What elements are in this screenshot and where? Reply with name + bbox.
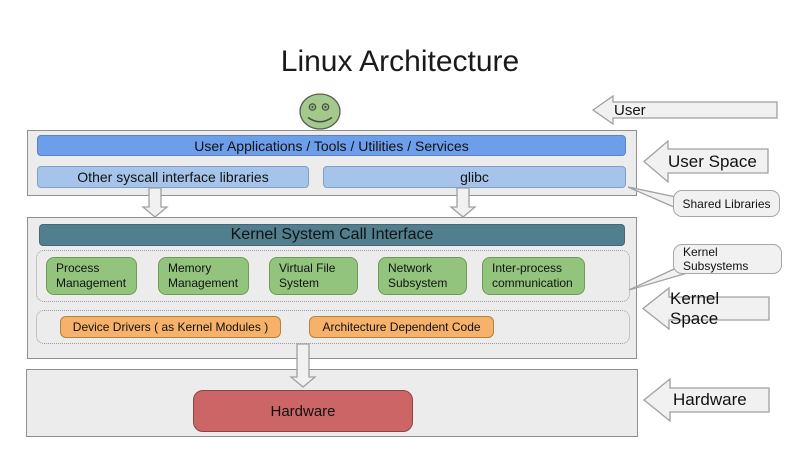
user-applications-bar: User Applications / Tools / Utilities / … bbox=[37, 135, 626, 156]
architecture-dependent-code-box: Architecture Dependent Code bbox=[309, 316, 494, 338]
glibc-box: glibc bbox=[323, 166, 626, 188]
subsystem-label: Virtual File System bbox=[279, 261, 357, 292]
subsystem-interprocess-communication: Inter-process communication bbox=[482, 257, 585, 295]
user-applications-label: User Applications / Tools / Utilities / … bbox=[194, 138, 468, 154]
down-arrow-icon bbox=[290, 344, 316, 388]
kernel-syscall-interface-bar: Kernel System Call Interface bbox=[39, 224, 625, 246]
subsystem-label: Network Subsystem bbox=[388, 261, 466, 292]
device-drivers-label: Device Drivers ( as Kernel Modules ) bbox=[73, 320, 268, 334]
subsystem-label: Process Management bbox=[56, 261, 136, 292]
subsystem-label: Inter-process communication bbox=[492, 261, 584, 292]
hardware-box-label: Hardware bbox=[270, 403, 335, 420]
subsystem-label: Memory Management bbox=[168, 261, 248, 292]
kernel-subsystems-label: Kernel Subsystems bbox=[683, 245, 781, 274]
kernel-syscall-interface-label: Kernel System Call Interface bbox=[231, 226, 434, 244]
subsystem-virtual-file-system: Virtual File System bbox=[269, 257, 358, 295]
device-drivers-box: Device Drivers ( as Kernel Modules ) bbox=[60, 316, 281, 338]
subsystem-process-management: Process Management bbox=[46, 257, 137, 295]
syscall-arrow-left bbox=[142, 188, 168, 218]
kernel-space-arrow-label: Kernel Space bbox=[642, 289, 770, 329]
syscall-arrow-right bbox=[450, 188, 476, 218]
architecture-dependent-code-label: Architecture Dependent Code bbox=[322, 320, 480, 334]
hardware-box: Hardware bbox=[193, 390, 413, 432]
smiley-face-icon bbox=[298, 92, 342, 132]
shared-libraries-callout: Shared Libraries bbox=[673, 190, 780, 217]
subsystem-network-subsystem: Network Subsystem bbox=[378, 257, 467, 295]
kernel-subsystems-callout: Kernel Subsystems bbox=[673, 244, 782, 274]
down-arrow-icon bbox=[142, 188, 168, 218]
kernel-space-arrow: Kernel Space bbox=[642, 287, 770, 330]
hardware-arrow-label: Hardware bbox=[643, 390, 747, 410]
diagram-title: Linux Architecture bbox=[0, 45, 800, 79]
shared-libraries-label: Shared Libraries bbox=[682, 197, 770, 211]
glibc-label: glibc bbox=[460, 169, 489, 185]
user-arrow: User bbox=[592, 95, 778, 125]
user-arrow-label: User bbox=[592, 102, 646, 119]
user-space-arrow: User Space bbox=[643, 140, 769, 183]
kernel-to-hardware-arrow bbox=[290, 344, 316, 388]
down-arrow-icon bbox=[450, 188, 476, 218]
other-syscall-libraries-box: Other syscall interface libraries bbox=[37, 166, 309, 188]
hardware-arrow: Hardware bbox=[643, 378, 770, 422]
subsystem-memory-management: Memory Management bbox=[158, 257, 249, 295]
user-space-arrow-label: User Space bbox=[643, 152, 757, 172]
other-syscall-libraries-label: Other syscall interface libraries bbox=[77, 169, 268, 185]
